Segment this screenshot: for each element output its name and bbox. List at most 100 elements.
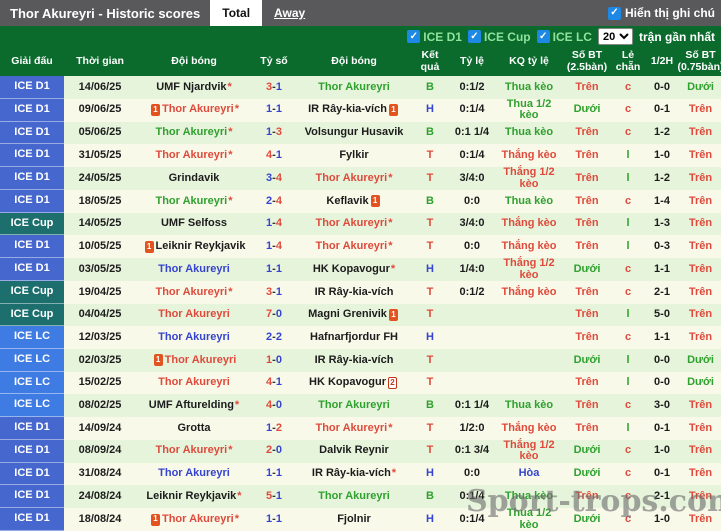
table-body: ICE D1 14/06/25 UMF Njardvik * 3-1 Thor Akure…: [0, 76, 721, 531]
half-time-score: 1-4: [654, 194, 670, 207]
team-star-marker: *: [237, 489, 242, 502]
show-notes-toggle[interactable]: ✓ Hiển thị ghi chú: [608, 0, 721, 26]
red-card-icon: 2: [388, 377, 397, 389]
checkbox-checked-icon[interactable]: ✓: [467, 30, 481, 43]
away-team-name: Thor Akureyri: [318, 80, 390, 93]
result-letter: T: [426, 353, 434, 366]
table-row[interactable]: ICE D1 05/06/25 Thor Akureyri * 1-3 Volsungur…: [0, 121, 721, 145]
away-score: 1: [275, 262, 282, 275]
table-row[interactable]: ICE LC 12/03/25 Thor Akureyri 2-2 Hafnarfjor…: [0, 326, 721, 350]
home-team-name-wrap: Thor Akureyri: [137, 309, 251, 321]
table-row[interactable]: ICE D1 09/06/25 1 Thor Akureyri * 1-1 IR Rây-k…: [0, 98, 721, 122]
away-team-name: IR Rây-kia-vích: [311, 467, 391, 480]
table-row[interactable]: ICE D1 31/08/24 Thor Akureyri 1-1 IR Rây-kia…: [0, 462, 721, 486]
team-cell: Thor Akureyri *: [296, 417, 412, 440]
league-filter-ice-lc[interactable]: ✓ ICE LC: [536, 29, 592, 44]
table-row[interactable]: ICE D1 18/08/24 1 Thor Akureyri * 1-1 Fjolnir H…: [0, 507, 721, 531]
table-row[interactable]: ICE Cup 14/05/25 UMF Selfoss 1-4 Thor Akurey…: [0, 212, 721, 236]
league-badge: ICE D1: [0, 144, 64, 168]
away-score: 1: [275, 148, 282, 161]
home-team-name: UMF Njardvik: [156, 80, 227, 93]
score-cell: 3-1: [252, 281, 296, 304]
team-cell: IR Rây-kia-vích: [296, 349, 412, 372]
handicap-odds: 1/2:0: [459, 421, 485, 434]
half-time-score: 0-0: [654, 80, 670, 93]
team-star-marker: *: [228, 126, 233, 139]
red-card-icon: 1: [150, 513, 160, 526]
league-filter-bar: ✓ ICE D1 ✓ ICE Cup ✓ ICE LC 20 trận gần nhất: [0, 26, 721, 47]
odd-even: l: [626, 353, 630, 366]
checkbox-checked-icon[interactable]: ✓: [536, 30, 550, 43]
red-card-icon: 1: [150, 104, 160, 117]
home-team-name-wrap: Thor Akureyri *: [137, 445, 251, 457]
league-filter-ice-d1[interactable]: ✓ ICE D1: [407, 30, 462, 44]
home-team-name-wrap: Thor Akureyri *: [137, 285, 251, 299]
table-row[interactable]: ICE D1 14/09/24 Grotta 1-2 Thor Akureyri * T 1/…: [0, 416, 721, 440]
team-star-marker: *: [228, 194, 233, 207]
score-cell: 2-4: [252, 190, 296, 213]
checkbox-checked-icon[interactable]: ✓: [608, 6, 621, 20]
over-under-2-5: Trên: [575, 330, 599, 343]
match-count-select[interactable]: 20: [597, 28, 633, 45]
home-team-name-wrap: Thor Akureyri *: [137, 127, 251, 139]
away-score: 0: [275, 308, 282, 321]
home-team-name: Thor Akureyri: [155, 285, 228, 298]
odd-even: c: [624, 262, 632, 275]
score-cell: 1-3: [252, 122, 296, 145]
away-team-name: Thor Akureyri: [315, 239, 388, 252]
table-row[interactable]: ICE D1 18/05/25 Thor Akureyri * 2-4 Keflavik 1…: [0, 190, 721, 213]
league-badge: ICE LC: [0, 371, 64, 395]
odd-even: c: [624, 398, 632, 411]
over-under-0-75: Dưới: [687, 353, 714, 366]
red-card-icon: 1: [388, 309, 398, 322]
odd-even: c: [624, 444, 632, 457]
score-cell: 3-4: [252, 167, 296, 190]
tab-away[interactable]: Away: [262, 0, 317, 26]
tab-away-label: Away: [274, 6, 306, 20]
tab-bar: Thor Akureyri - Historic scores Total Aw…: [0, 0, 721, 26]
table-row[interactable]: ICE LC 15/02/25 Thor Akureyri 4-1 HK Kopavog…: [0, 371, 721, 395]
away-team-name: Thor Akureyri: [315, 171, 388, 184]
handicap-odds: 3/4:0: [459, 171, 485, 184]
table-row[interactable]: ICE D1 24/05/25 Grindavik 3-4 Thor Akureyri *…: [0, 166, 721, 191]
league-filter-label: ICE LC: [552, 29, 592, 44]
home-team-name-wrap: Thor Akureyri *: [137, 148, 251, 162]
table-row[interactable]: ICE D1 08/09/24 Thor Akureyri * 2-0 Dalvik Re…: [0, 439, 721, 463]
result-letter: T: [426, 217, 434, 230]
team-cell: 1 Thor Akureyri: [136, 349, 252, 372]
match-date: 09/06/25: [78, 103, 122, 116]
match-date: 24/08/24: [78, 489, 122, 502]
table-row[interactable]: ICE D1 14/06/25 UMF Njardvik * 3-1 Thor Akure…: [0, 76, 721, 99]
table-row[interactable]: ICE Cup 19/04/25 Thor Akureyri * 3-1 IR Rây-k…: [0, 281, 721, 304]
table-row[interactable]: ICE LC 08/02/25 UMF Afturelding * 4-0 Thor Ak…: [0, 394, 721, 417]
half-time-score: 2-1: [654, 489, 670, 502]
score-cell: 1-1: [252, 99, 296, 122]
tab-total[interactable]: Total: [210, 0, 263, 26]
home-team-name: UMF Afturelding: [148, 398, 234, 411]
table-row[interactable]: ICE D1 03/05/25 Thor Akureyri 1-1 HK Kopavog…: [0, 257, 721, 282]
score-cell: 1-2: [252, 417, 296, 440]
league-badge: ICE D1: [0, 167, 64, 191]
home-team-name-wrap: Thor Akureyri: [137, 468, 251, 480]
table-row[interactable]: ICE LC 02/03/25 1 Thor Akureyri 1-0 IR Rây-ki…: [0, 349, 721, 372]
result-letter: B: [426, 126, 434, 139]
away-score: 4: [275, 171, 282, 184]
table-row[interactable]: ICE D1 10/05/25 1 Leiknir Reykjavik 1-4 Thor …: [0, 235, 721, 259]
home-team-name: Thor Akureyri: [158, 330, 230, 343]
team-cell: IR Rây-kia-vích: [296, 281, 412, 304]
table-row[interactable]: ICE D1 24/08/24 Leiknir Reykjavik * 5-1 Thor …: [0, 485, 721, 508]
table-row[interactable]: ICE Cup 04/04/25 Thor Akureyri 7-0 Magni Gre…: [0, 303, 721, 327]
over-under-2-5: Trên: [575, 421, 599, 434]
handicap-result: Thắng kèo: [501, 285, 557, 298]
checkbox-checked-icon[interactable]: ✓: [407, 30, 421, 43]
odd-even: l: [626, 171, 630, 184]
match-date: 24/05/25: [78, 171, 122, 184]
table-row[interactable]: ICE D1 31/05/25 Thor Akureyri * 4-1 Fylkir T 0:…: [0, 144, 721, 168]
red-card-icon: 1: [153, 354, 163, 367]
odd-even: l: [626, 376, 630, 389]
league-badge: ICE D1: [0, 235, 64, 259]
team-star-marker: *: [228, 148, 233, 161]
over-under-0-75: Trên: [688, 330, 713, 343]
league-filter-ice-cup[interactable]: ✓ ICE Cup: [467, 30, 531, 44]
home-team-name: Grotta: [177, 421, 211, 434]
